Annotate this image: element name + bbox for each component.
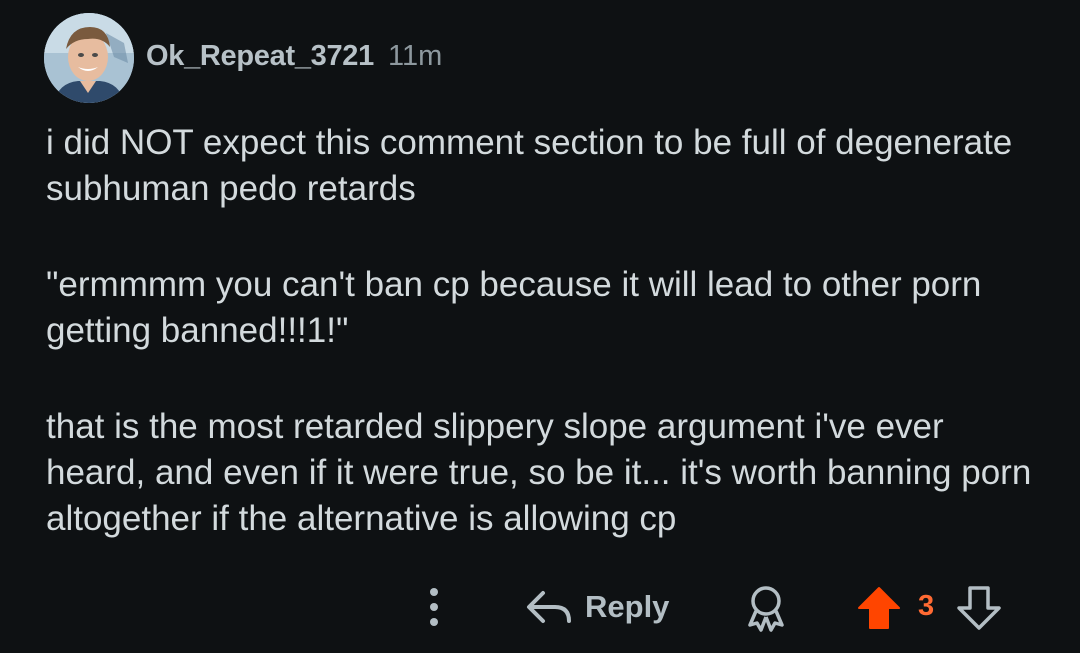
timestamp: 11m	[387, 39, 443, 72]
comment-paragraph: that is the most retarded slippery slope…	[46, 407, 1032, 538]
comment-paragraph: "ermmmm you can't ban cp because it will…	[46, 265, 982, 350]
award-icon[interactable]	[742, 583, 790, 633]
avatar[interactable]	[44, 13, 134, 103]
reply-label: Reply	[585, 589, 670, 624]
downvote-icon[interactable]	[956, 585, 1002, 631]
reply-arrow-icon	[527, 591, 571, 623]
vote-score: 3	[918, 590, 935, 622]
comment: Ok_Repeat_3721 11m i did NOT expect this…	[0, 0, 1080, 653]
reply-button[interactable]: Reply	[525, 584, 669, 630]
username-link[interactable]: Ok_Repeat_3721	[146, 40, 374, 73]
more-options-icon[interactable]	[422, 586, 446, 628]
comment-body: i did NOT expect this comment section to…	[46, 120, 1046, 592]
avatar-image	[44, 13, 134, 103]
comment-meta: Ok_Repeat_3721 11m	[146, 40, 442, 73]
upvote-icon[interactable]	[856, 585, 902, 631]
comment-header: Ok_Repeat_3721 11m	[44, 13, 442, 103]
comment-paragraph: i did NOT expect this comment section to…	[46, 123, 1013, 208]
comment-actions: Reply 3	[0, 578, 1080, 638]
